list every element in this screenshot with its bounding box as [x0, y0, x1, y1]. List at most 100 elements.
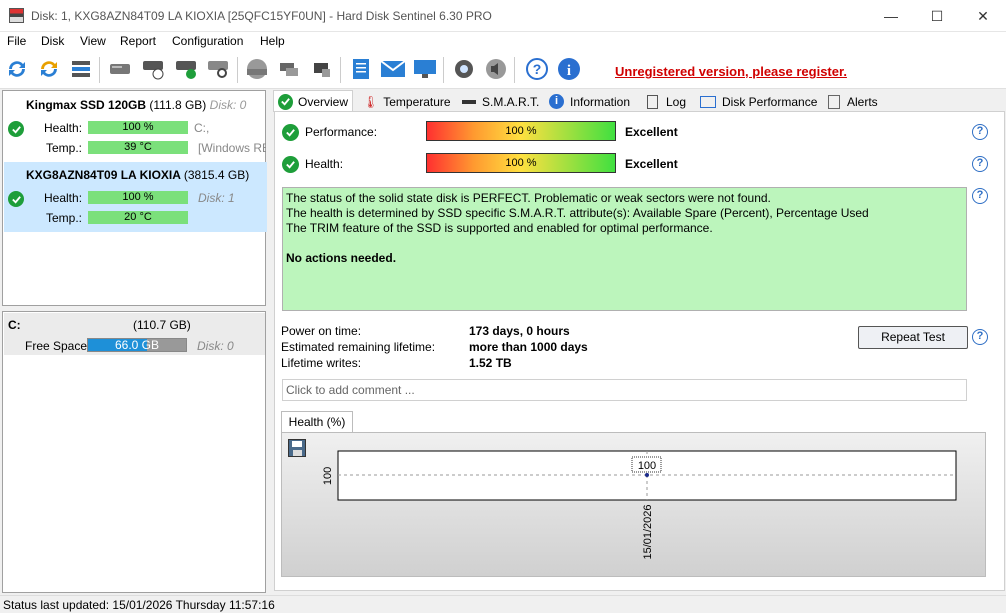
actions-text: No actions needed. [286, 251, 397, 265]
menu-report[interactable]: Report [120, 34, 156, 48]
tab-information[interactable]: i Information [545, 91, 634, 112]
free-space-bar: 66.0 GB [87, 338, 187, 352]
graph-tab-health[interactable]: Health (%) [281, 411, 353, 433]
y-tick-label: 100 [322, 467, 334, 485]
gear-icon[interactable] [450, 55, 478, 83]
disk-surface-icon[interactable] [243, 55, 271, 83]
temp-bar: 20 °C [88, 211, 188, 224]
disk-list-icon[interactable] [67, 55, 95, 83]
health-label: Health: [44, 191, 83, 205]
thermometer-icon: 🌡 [363, 94, 379, 109]
check-icon [278, 93, 293, 110]
refresh-all-icon[interactable] [35, 55, 63, 83]
tab-disk-performance[interactable]: Disk Performance [696, 91, 821, 112]
tab-temperature[interactable]: 🌡 Temperature [359, 91, 455, 112]
volume-letter: C: [8, 318, 21, 332]
graph-point [645, 473, 649, 477]
performance-bar: 100 % [426, 121, 616, 141]
disk-check-icon[interactable] [172, 55, 200, 83]
temp-bar: 39 °C [88, 141, 188, 154]
volume-row[interactable]: C: (110.7 GB) Free Space 66.0 GB Disk: 0 [4, 313, 265, 355]
status-bar-text: Status last updated: 15/01/2026 Thursday… [3, 598, 275, 612]
status-line: The TRIM feature of the SSD is supported… [286, 221, 713, 235]
tab-label: Overview [297, 94, 348, 109]
menu-disk[interactable]: Disk [41, 34, 64, 48]
monitor-icon[interactable] [411, 55, 439, 83]
help-icon[interactable]: ? [972, 156, 988, 172]
disk-item-0[interactable]: Kingmax SSD 120GB (111.8 GB) Disk: 0 Hea… [4, 92, 267, 162]
maximize-button[interactable]: ☐ [914, 0, 960, 32]
free-space-value: 66.0 GB [114, 338, 160, 352]
svg-text:?: ? [533, 61, 542, 77]
disk-item-1[interactable]: KXG8AZN84T09 LA KIOXIA (3815.4 GB) Healt… [4, 162, 267, 232]
menu-configuration[interactable]: Configuration [172, 34, 243, 48]
info-icon: i [549, 94, 564, 109]
report-icon[interactable] [347, 55, 375, 83]
check-icon [282, 156, 299, 173]
svg-text:i: i [567, 63, 571, 79]
status-bar: Status last updated: 15/01/2026 Thursday… [0, 595, 1006, 613]
menu-file[interactable]: File [7, 34, 26, 48]
tab-smart[interactable]: S.M.A.R.T. [458, 91, 543, 112]
app-icon [9, 8, 24, 23]
check-icon [8, 191, 24, 207]
repeat-test-button[interactable]: Repeat Test [858, 326, 968, 349]
mail-icon[interactable] [379, 55, 407, 83]
health-bar: 100 % [426, 153, 616, 173]
remaining-label: Estimated remaining lifetime: [281, 340, 436, 354]
refresh-icon[interactable] [3, 55, 31, 83]
toolbar-separator [99, 57, 100, 83]
status-text-box: The status of the solid state disk is PE… [282, 187, 967, 311]
status-line: The status of the solid state disk is PE… [286, 191, 771, 205]
tab-overview[interactable]: Overview [273, 90, 353, 112]
help-icon[interactable]: ? [972, 329, 988, 345]
menu-bar: File Disk View Report Configuration Help [0, 32, 1006, 51]
check-icon [282, 124, 299, 141]
document-icon [647, 94, 658, 109]
unregistered-link[interactable]: Unregistered version, please register. [615, 64, 847, 79]
temp-label: Temp.: [46, 211, 83, 225]
smart-icon [462, 99, 476, 104]
health-label: Health: [44, 121, 83, 135]
disk-number: Disk: 1 [198, 191, 235, 205]
disk-list-panel: Kingmax SSD 120GB (111.8 GB) Disk: 0 Hea… [2, 90, 267, 306]
disk-search-icon[interactable] [204, 55, 232, 83]
volume-panel: C: (110.7 GB) Free Space 66.0 GB Disk: 0 [2, 311, 266, 593]
help-icon[interactable]: ? [972, 188, 988, 204]
tab-label: Log [666, 94, 687, 109]
toolbar-separator [514, 57, 515, 83]
x-tick-label: 15/01/2026 [642, 504, 654, 559]
close-button[interactable]: ✕ [960, 0, 1006, 32]
menu-view[interactable]: View [80, 34, 106, 48]
disk-usb-icon[interactable] [308, 55, 336, 83]
tab-label: S.M.A.R.T. [482, 94, 540, 109]
health-bar: 100 % [88, 121, 188, 134]
check-icon [8, 121, 24, 137]
window-title: Disk: 1, KXG8AZN84T09 LA KIOXIA [25QFC15… [31, 9, 492, 23]
speaker-icon[interactable] [482, 55, 510, 83]
help-icon[interactable]: ? [972, 124, 988, 140]
volume-size: (110.7 GB) [133, 318, 191, 332]
toolbar-separator [340, 57, 341, 83]
info-icon[interactable]: i [555, 55, 583, 83]
disk-network-icon[interactable] [275, 55, 303, 83]
disk-schedule-icon[interactable] [139, 55, 167, 83]
tab-log[interactable]: Log [643, 91, 690, 112]
power-on-label: Power on time: [281, 324, 362, 338]
tab-label: Disk Performance [722, 94, 818, 109]
tab-alerts[interactable]: Alerts [824, 91, 882, 112]
minimize-button[interactable]: — [868, 0, 914, 32]
disk-0-title: Kingmax SSD 120GB (111.8 GB) Disk: 0 [26, 98, 247, 112]
disk-icon[interactable] [106, 55, 134, 83]
health-graph: 100 100 15/01/2026 [322, 450, 957, 560]
tab-label: Information [570, 94, 631, 109]
comment-input[interactable]: Click to add comment ... [282, 379, 967, 401]
title-bar: Disk: 1, KXG8AZN84T09 LA KIOXIA [25QFC15… [0, 0, 1006, 32]
writes-value: 1.52 TB [469, 356, 512, 370]
remaining-value: more than 1000 days [469, 340, 588, 354]
status-line: The health is determined by SSD specific… [286, 206, 869, 220]
help-icon[interactable]: ? [523, 55, 551, 83]
chart-icon [700, 95, 716, 108]
menu-help[interactable]: Help [260, 34, 285, 48]
health-rating: Excellent [625, 157, 678, 171]
